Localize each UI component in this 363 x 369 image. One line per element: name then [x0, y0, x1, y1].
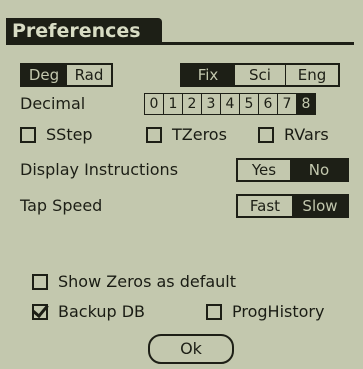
- sstep-label: SStep: [46, 125, 93, 144]
- tzeros-checkbox-box[interactable]: [146, 127, 162, 143]
- display-instructions-label: Display Instructions: [20, 160, 179, 179]
- sstep-checkbox[interactable]: SStep: [20, 125, 93, 145]
- rvars-label: RVars: [284, 125, 329, 144]
- window-title: Preferences: [6, 18, 162, 44]
- number-format-selector: Fix Sci Eng: [180, 63, 340, 87]
- backup-db-checkbox[interactable]: Backup DB: [32, 302, 145, 322]
- ok-button[interactable]: Ok: [148, 334, 234, 364]
- decimal-digit-6[interactable]: 6: [258, 93, 278, 115]
- decimal-digit-7[interactable]: 7: [277, 93, 297, 115]
- decimal-digit-selector: 0 1 2 3 4 5 6 7 8: [144, 93, 316, 115]
- display-instructions-selector: Yes No: [236, 158, 349, 182]
- decimal-digit-2[interactable]: 2: [182, 93, 202, 115]
- tzeros-label: TZeros: [172, 125, 227, 144]
- format-fix-button[interactable]: Fix: [182, 65, 235, 85]
- prog-history-label: ProgHistory: [232, 302, 325, 321]
- sstep-checkbox-box[interactable]: [20, 127, 36, 143]
- tap-speed-label: Tap Speed: [20, 196, 103, 215]
- angle-rad-button[interactable]: Rad: [67, 65, 111, 85]
- decimal-label: Decimal: [20, 94, 86, 113]
- show-zeros-label: Show Zeros as default: [58, 272, 237, 291]
- format-sci-button[interactable]: Sci: [235, 65, 286, 85]
- rvars-checkbox-box[interactable]: [258, 127, 274, 143]
- angle-mode-selector: Deg Rad: [20, 63, 113, 87]
- decimal-digit-4[interactable]: 4: [220, 93, 240, 115]
- display-instructions-yes-button[interactable]: Yes: [238, 160, 291, 180]
- tap-speed-selector: Fast Slow: [236, 194, 349, 218]
- preferences-screen: Preferences Deg Rad Fix Sci Eng Decimal …: [0, 0, 363, 369]
- display-instructions-no-button[interactable]: No: [291, 160, 347, 180]
- tzeros-checkbox[interactable]: TZeros: [146, 125, 227, 145]
- tap-speed-slow-button[interactable]: Slow: [293, 196, 347, 216]
- decimal-digit-5[interactable]: 5: [239, 93, 259, 115]
- show-zeros-checkbox[interactable]: Show Zeros as default: [32, 272, 236, 292]
- title-divider: [6, 42, 354, 45]
- format-eng-button[interactable]: Eng: [286, 65, 338, 85]
- backup-db-label: Backup DB: [58, 302, 146, 321]
- decimal-digit-8[interactable]: 8: [296, 93, 316, 115]
- tap-speed-fast-button[interactable]: Fast: [238, 196, 293, 216]
- decimal-digit-3[interactable]: 3: [201, 93, 221, 115]
- prog-history-checkbox-box[interactable]: [206, 304, 222, 320]
- rvars-checkbox[interactable]: RVars: [258, 125, 329, 145]
- angle-deg-button[interactable]: Deg: [22, 65, 67, 85]
- backup-db-checkbox-box[interactable]: [32, 304, 48, 320]
- decimal-digit-1[interactable]: 1: [163, 93, 183, 115]
- prog-history-checkbox[interactable]: ProgHistory: [206, 302, 324, 322]
- decimal-digit-0[interactable]: 0: [144, 93, 164, 115]
- show-zeros-checkbox-box[interactable]: [32, 274, 48, 290]
